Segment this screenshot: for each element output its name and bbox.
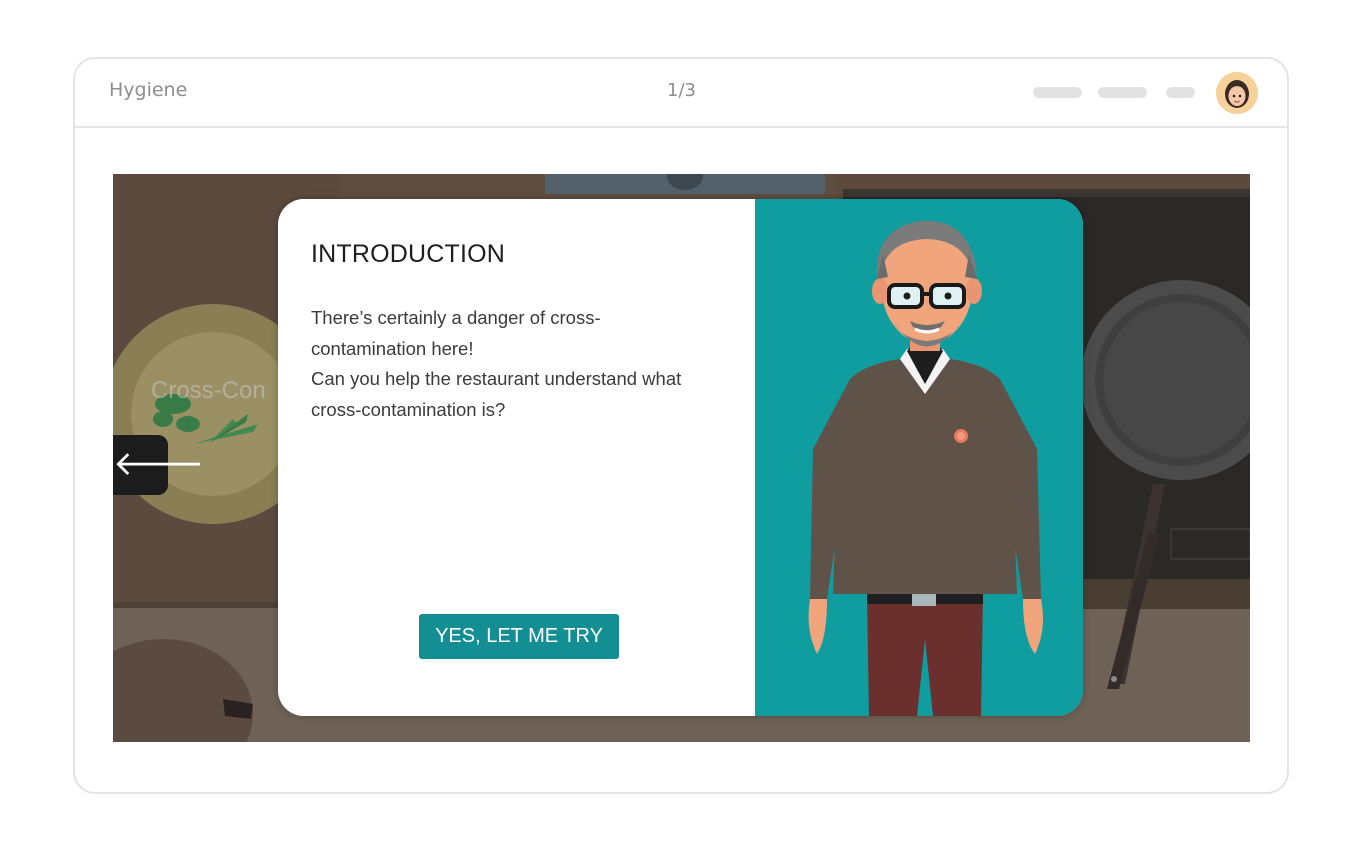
lesson-frame: Hygiene 1/3 Cross-Con 🡐 INTRODUCTION The… [73,57,1289,794]
avatar-icon [1216,72,1258,114]
user-avatar[interactable] [1216,72,1258,114]
kitchen-scene: Cross-Con 🡐 INTRODUCTION There’s certain… [113,174,1250,742]
dialog-title: INTRODUCTION [311,240,506,268]
presenter-character [755,199,1083,716]
scene-label: Cross-Con [151,377,266,404]
top-bar: Hygiene 1/3 [75,59,1287,128]
dialog-body: There’s certainly a danger of cross-cont… [311,303,711,425]
arrow-left-icon: 🡐 [113,444,205,484]
menu-placeholder-3 [1166,87,1195,98]
yes-let-me-try-button[interactable]: YES, LET ME TRY [419,614,619,659]
dialog-body-line: Can you help the restaurant understand w… [311,368,682,420]
character-panel [755,199,1083,716]
menu-placeholder-2 [1098,87,1147,98]
dialog-body-line: There’s certainly a danger of cross-cont… [311,307,601,359]
progress-indicator: 1/3 [667,80,696,101]
back-button[interactable]: 🡐 [113,435,204,495]
intro-dialog: INTRODUCTION There’s certainly a danger … [278,199,1083,716]
dialog-text-panel: INTRODUCTION There’s certainly a danger … [278,199,755,716]
course-title: Hygiene [109,79,188,101]
menu-placeholder-1 [1033,87,1082,98]
